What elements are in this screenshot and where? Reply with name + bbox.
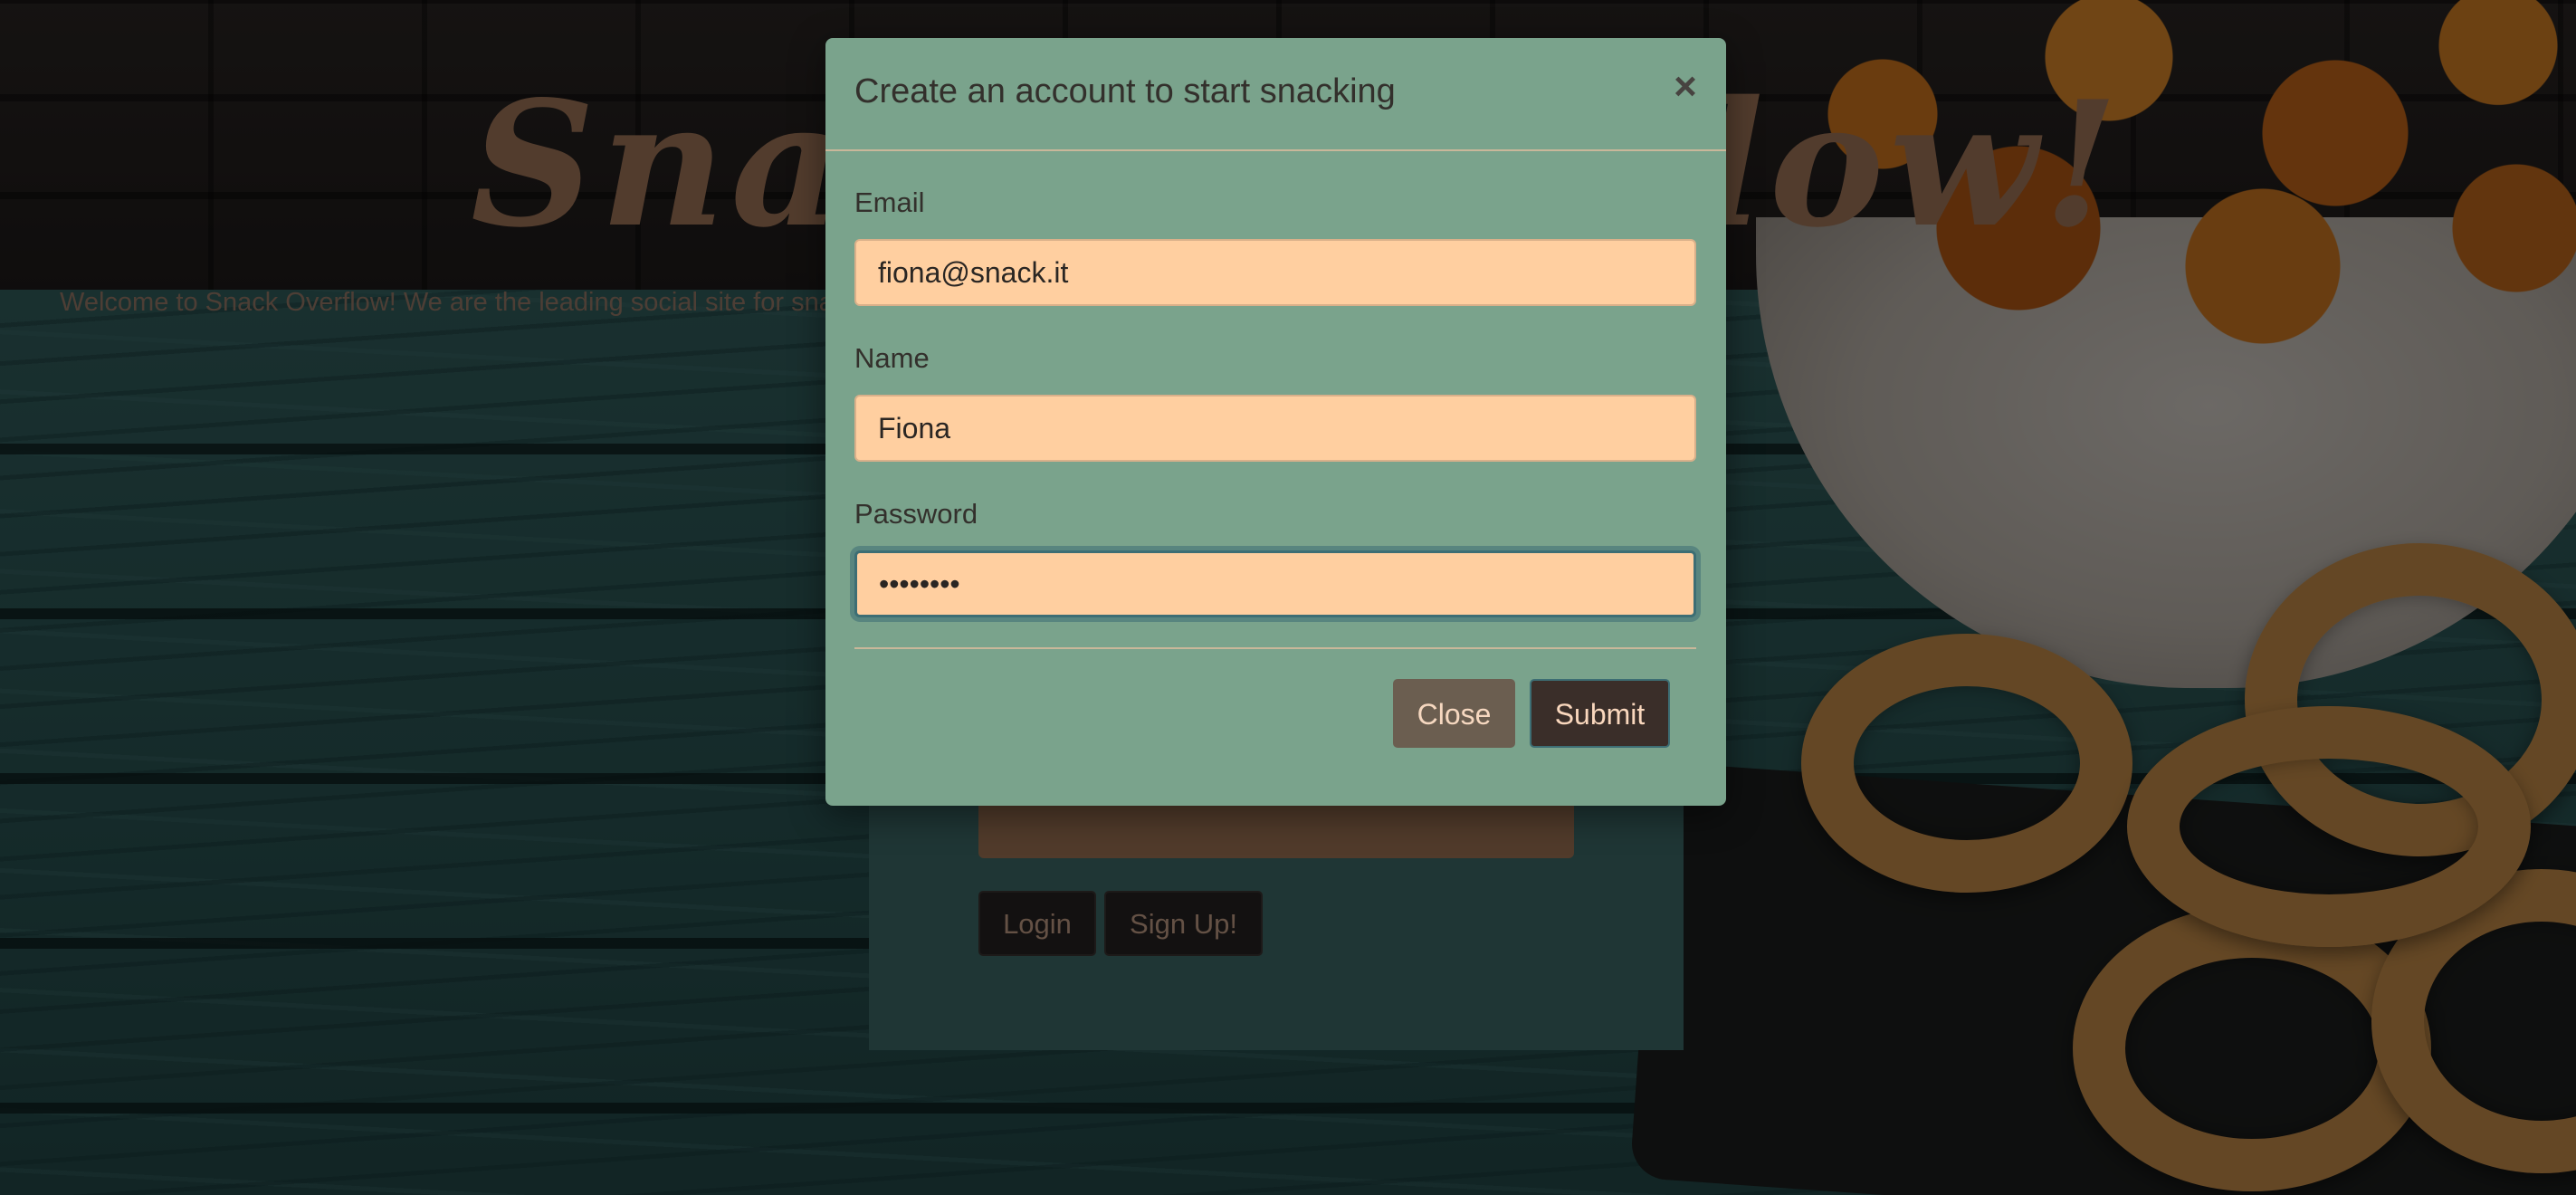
submit-button[interactable]: Submit: [1530, 679, 1670, 748]
email-label: Email: [854, 186, 925, 218]
email-field[interactable]: [854, 239, 1696, 306]
name-field[interactable]: [854, 395, 1696, 462]
modal-header: Create an account to start snacking ×: [825, 38, 1726, 151]
page: Snack Overflow! Welcome to Snack Overflo…: [0, 0, 2576, 1195]
password-field[interactable]: [854, 550, 1696, 617]
close-icon[interactable]: ×: [1667, 67, 1703, 107]
signup-modal: Create an account to start snacking × Em…: [825, 38, 1726, 806]
modal-title: Create an account to start snacking: [854, 72, 1396, 110]
name-label: Name: [854, 342, 930, 374]
footer-divider: [854, 647, 1696, 649]
close-button[interactable]: Close: [1393, 679, 1515, 748]
password-label: Password: [854, 498, 978, 530]
